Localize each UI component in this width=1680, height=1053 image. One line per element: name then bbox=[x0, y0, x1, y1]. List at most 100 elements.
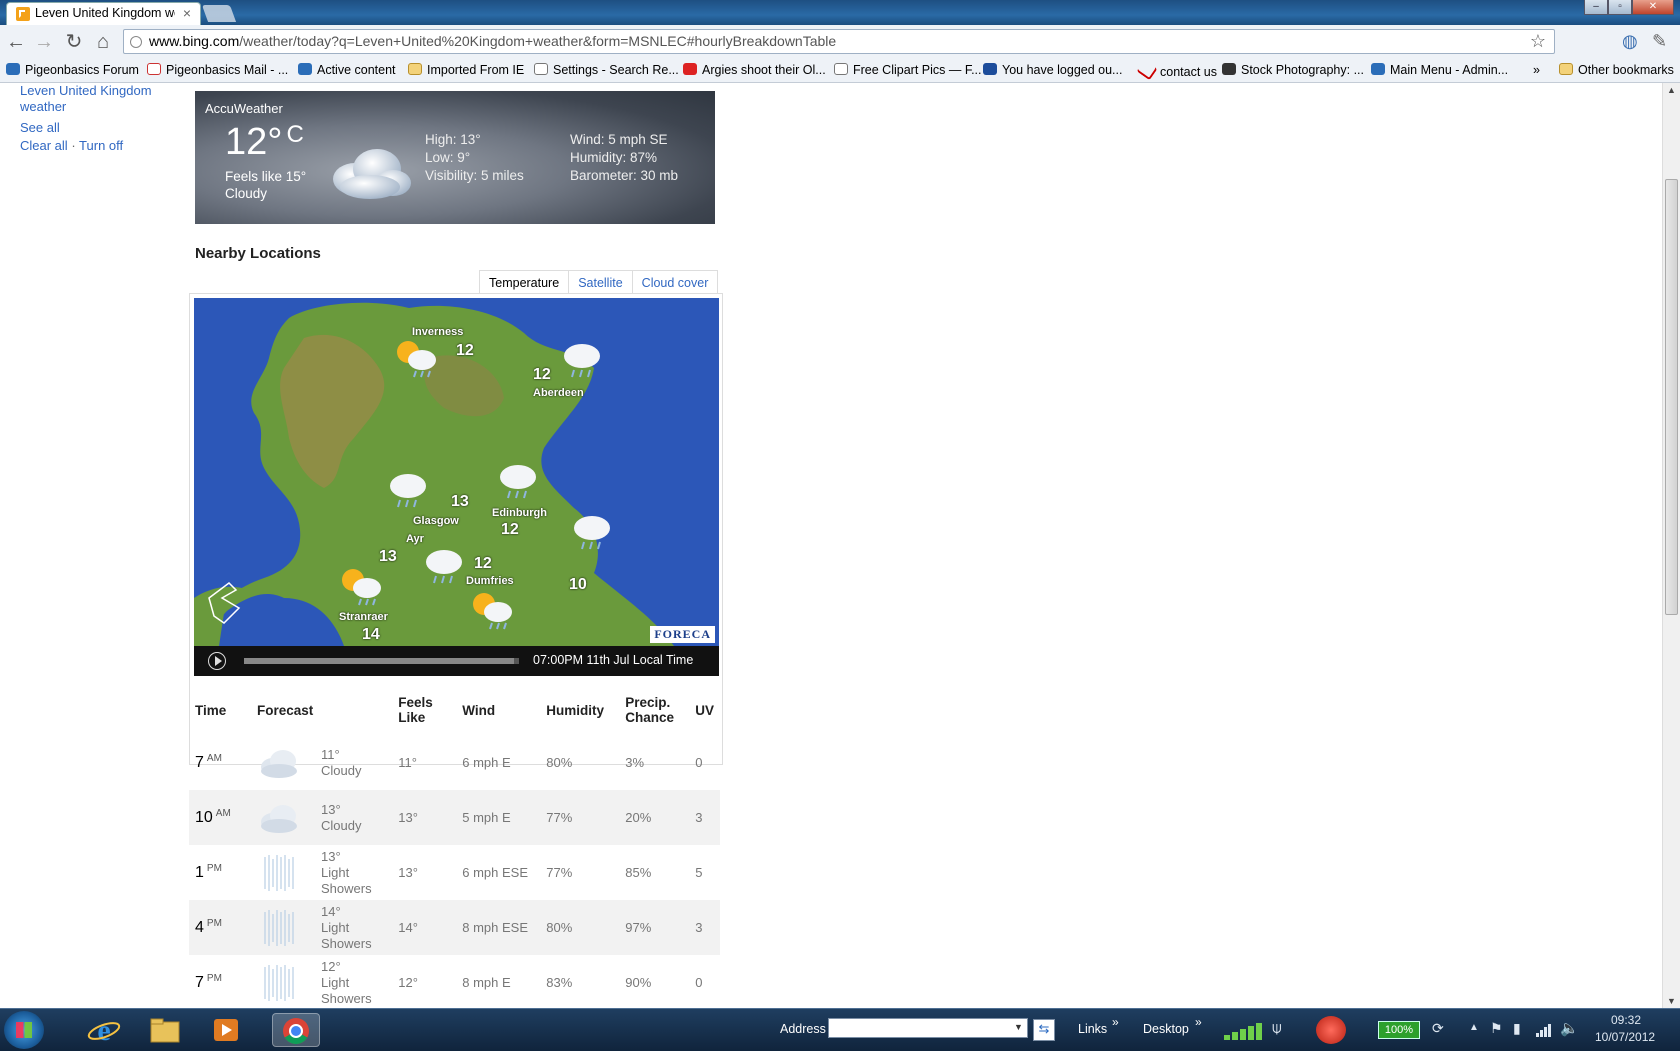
history-link[interactable]: Leven United Kingdom weather bbox=[20, 83, 170, 115]
rain-cloud-icon bbox=[500, 465, 536, 499]
provider-label[interactable]: AccuWeather bbox=[205, 101, 283, 116]
weather-map[interactable]: Inverness 12 12 Aberdeen 13 Glasgow Edin… bbox=[194, 298, 719, 646]
bookmark-item[interactable]: Argies shoot their Ol... bbox=[683, 63, 826, 77]
bookmark-item[interactable]: contact us bbox=[1135, 59, 1217, 81]
wind-cell: 5 mph E bbox=[462, 810, 511, 825]
bookmark-item[interactable]: You have logged ou... bbox=[983, 63, 1122, 77]
bing-favicon-icon bbox=[16, 7, 30, 21]
maximize-icon[interactable]: ▫ bbox=[1608, 0, 1632, 15]
wind-cell: 6 mph ESE bbox=[462, 865, 528, 880]
forecast-cell: 13° Cloudy bbox=[321, 801, 362, 833]
address-toolbar-input[interactable] bbox=[828, 1018, 1028, 1038]
extension-globe-icon[interactable]: ◍ bbox=[1622, 31, 1638, 52]
tab-satellite[interactable]: Satellite bbox=[569, 270, 633, 294]
browser-tab[interactable]: Leven United Kingdom we × bbox=[6, 2, 201, 25]
other-bookmarks[interactable]: Other bookmarks bbox=[1559, 63, 1674, 77]
back-arrow-icon[interactable]: ← bbox=[4, 30, 28, 54]
wireless-icon[interactable]: ⍦ bbox=[1272, 1020, 1282, 1038]
map-temp-label: 12 bbox=[456, 342, 474, 359]
new-tab-button[interactable] bbox=[201, 5, 237, 22]
url-text[interactable]: www.bing.com/weather/today?q=Leven+Unite… bbox=[149, 33, 836, 49]
feels-like-block: Feels like 15° Cloudy bbox=[225, 168, 306, 202]
action-center-flag-icon[interactable]: ⚑ bbox=[1490, 1020, 1503, 1037]
bookmark-item[interactable]: Stock Photography: ... bbox=[1222, 63, 1364, 77]
hourly-breakdown-table: Time Forecast Feels Like Wind Humidity P… bbox=[189, 685, 720, 1008]
bookmark-item[interactable]: Free Clipart Pics — F... bbox=[834, 63, 982, 77]
start-button[interactable] bbox=[4, 1011, 44, 1049]
media-player-icon[interactable] bbox=[208, 1013, 244, 1047]
wind-cell: 6 mph E bbox=[462, 755, 511, 770]
bookmarks-bar: Pigeonbasics Forum Pigeonbasics Mail - .… bbox=[0, 59, 1680, 83]
show-hidden-icons[interactable]: ▲ bbox=[1469, 1022, 1479, 1033]
precip-cell: 85% bbox=[625, 865, 652, 880]
turn-off-link[interactable]: Turn off bbox=[79, 138, 123, 153]
see-all-link[interactable]: See all bbox=[20, 120, 180, 135]
vertical-scrollbar[interactable]: ▲ ▼ bbox=[1662, 83, 1680, 1008]
tab-title: Leven United Kingdom we bbox=[35, 6, 175, 20]
bookmark-star-icon[interactable]: ☆ bbox=[1530, 31, 1546, 52]
bookmark-item[interactable]: Imported From IE bbox=[408, 63, 524, 77]
table-header: Time Forecast Feels Like Wind Humidity P… bbox=[189, 685, 720, 735]
tab-cloud-cover[interactable]: Cloud cover bbox=[632, 270, 719, 294]
svg-text:e: e bbox=[97, 1014, 110, 1047]
close-window-icon[interactable]: ✕ bbox=[1632, 0, 1674, 15]
hour-cell: 10 AM bbox=[195, 808, 231, 826]
address-dropdown-icon[interactable]: ▼ bbox=[1014, 1022, 1023, 1032]
reload-icon[interactable]: ↻ bbox=[62, 30, 86, 54]
bookmark-item[interactable]: Active content bbox=[298, 63, 396, 77]
tick-icon bbox=[1136, 59, 1158, 81]
scroll-up-icon[interactable]: ▲ bbox=[1667, 85, 1676, 95]
forward-arrow-icon[interactable]: → bbox=[32, 30, 56, 54]
security-alert-icon[interactable] bbox=[1316, 1016, 1346, 1044]
humidity-cell: 77% bbox=[546, 810, 573, 825]
animation-slider[interactable] bbox=[244, 658, 519, 664]
links-overflow-icon[interactable]: » bbox=[1112, 1015, 1119, 1029]
rain-cloud-icon bbox=[390, 474, 426, 508]
forecast-cell: 11° Cloudy bbox=[321, 746, 362, 778]
bird-icon bbox=[298, 63, 312, 75]
internet-explorer-icon[interactable]: e bbox=[86, 1013, 122, 1047]
map-city-label: Ayr bbox=[406, 533, 424, 545]
chrome-taskbar-icon[interactable] bbox=[272, 1013, 320, 1047]
bookmark-item[interactable]: Settings - Search Re... bbox=[534, 63, 679, 77]
file-explorer-icon[interactable] bbox=[147, 1013, 183, 1047]
tab-temperature[interactable]: Temperature bbox=[479, 270, 570, 294]
minimize-icon[interactable]: – bbox=[1584, 0, 1608, 15]
go-icon[interactable]: ⇆ bbox=[1033, 1019, 1055, 1041]
scrollbar-thumb[interactable] bbox=[1665, 179, 1678, 615]
sun-rain-icon bbox=[473, 593, 512, 630]
bookmark-item[interactable]: Main Menu - Admin... bbox=[1371, 63, 1508, 77]
page-info-icon[interactable] bbox=[130, 36, 142, 48]
header-uv: UV bbox=[695, 702, 714, 718]
window-controls: – ▫ ✕ bbox=[1584, 0, 1674, 16]
desktop-toolbar-label[interactable]: Desktop bbox=[1143, 1022, 1189, 1036]
bookmark-item[interactable]: Pigeonbasics Mail - ... bbox=[147, 63, 288, 77]
low-temp: Low: 9° bbox=[425, 150, 471, 165]
feels-cell: 13° bbox=[398, 865, 418, 880]
bookmarks-overflow-icon[interactable]: » bbox=[1533, 63, 1540, 77]
volume-icon[interactable]: 🔈 bbox=[1560, 1019, 1579, 1037]
home-icon[interactable]: ⌂ bbox=[91, 30, 115, 54]
map-animation-bar: 07:00PM 11th Jul Local Time bbox=[194, 646, 719, 676]
address-bar[interactable]: www.bing.com/weather/today?q=Leven+Unite… bbox=[123, 29, 1555, 54]
current-temperature: 12° C bbox=[225, 121, 304, 163]
bookmark-item[interactable]: Pigeonbasics Forum bbox=[6, 63, 139, 77]
sync-icon[interactable]: ⟳ bbox=[1432, 1020, 1444, 1037]
clock-date[interactable]: 10/07/2012 bbox=[1595, 1030, 1655, 1044]
desktop-overflow-icon[interactable]: » bbox=[1195, 1015, 1202, 1029]
battery-indicator[interactable]: 100% bbox=[1378, 1021, 1420, 1039]
links-toolbar-label[interactable]: Links bbox=[1078, 1022, 1107, 1036]
network-icon[interactable] bbox=[1535, 1022, 1551, 1038]
scroll-down-icon[interactable]: ▼ bbox=[1667, 996, 1676, 1006]
wrench-menu-icon[interactable]: ✎ bbox=[1652, 31, 1667, 52]
play-icon[interactable] bbox=[208, 652, 226, 670]
current-conditions-panel: AccuWeather 12° C Feels like 15° Cloudy H… bbox=[195, 91, 715, 224]
uv-cell: 0 bbox=[695, 755, 703, 770]
clock-time[interactable]: 09:32 bbox=[1611, 1013, 1641, 1027]
music-icon bbox=[1222, 63, 1236, 75]
high-temp: High: 13° bbox=[425, 132, 481, 147]
tab-close-icon[interactable]: × bbox=[183, 5, 191, 21]
power-icon[interactable]: ▮ bbox=[1513, 1020, 1521, 1037]
clear-all-link[interactable]: Clear all bbox=[20, 138, 68, 153]
feels-cell: 12° bbox=[398, 975, 418, 990]
